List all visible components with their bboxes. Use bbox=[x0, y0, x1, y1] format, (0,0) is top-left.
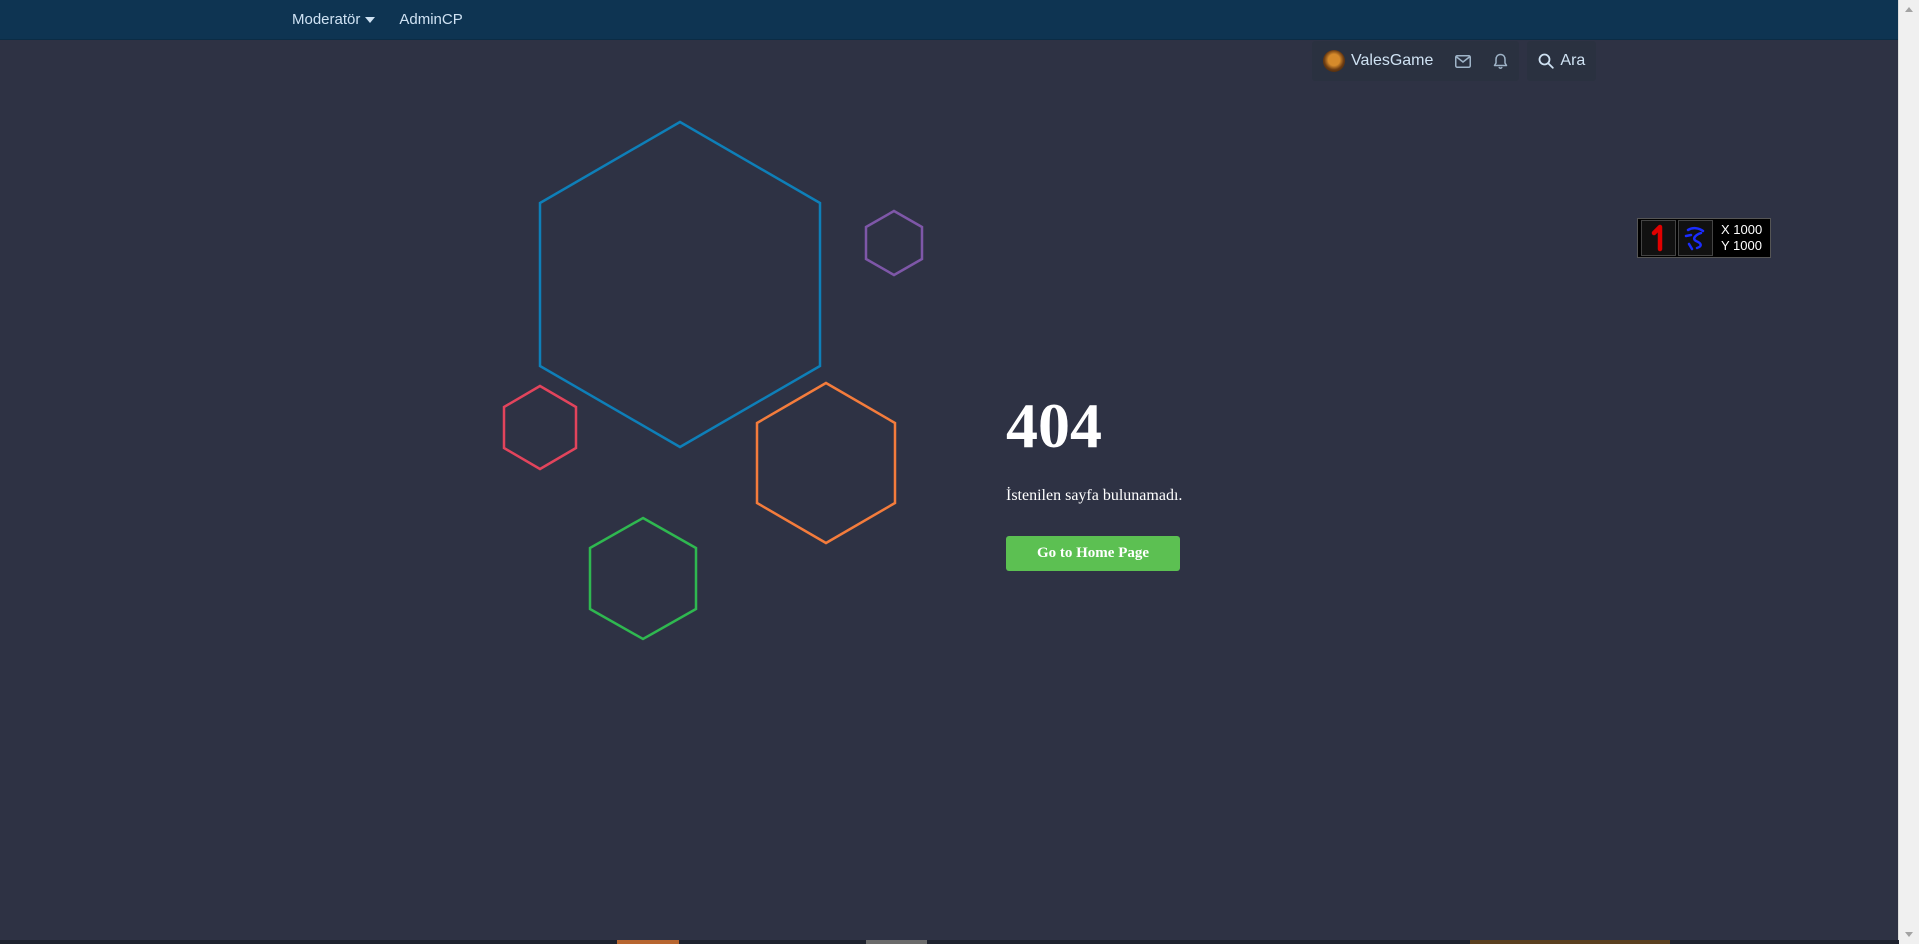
top-nav: Moderatör AdminCP bbox=[292, 0, 463, 39]
moderator-menu-label: Moderatör bbox=[292, 11, 361, 28]
hexagon-orange bbox=[755, 381, 897, 545]
admincp-link[interactable]: AdminCP bbox=[399, 11, 462, 28]
blue-glyph-icon bbox=[1678, 220, 1713, 256]
notifications-button[interactable] bbox=[1482, 41, 1519, 81]
go-home-button[interactable]: Go to Home Page bbox=[1006, 536, 1180, 571]
user-profile-link[interactable]: ValesGame bbox=[1312, 41, 1444, 81]
decorative-hexagons bbox=[502, 120, 924, 641]
scroll-up-icon[interactable] bbox=[1905, 7, 1913, 12]
caret-down-icon bbox=[365, 16, 376, 23]
hexagon-purple bbox=[864, 209, 924, 277]
search-button[interactable]: Ara bbox=[1527, 41, 1597, 81]
hexagon-red bbox=[502, 384, 578, 471]
coordinate-readout: X 1000 Y 1000 bbox=[1721, 222, 1762, 254]
hexagon-green bbox=[588, 516, 698, 641]
bell-icon bbox=[1493, 53, 1508, 70]
user-bar: ValesGame Ara bbox=[1312, 41, 1597, 81]
y-coordinate: Y 1000 bbox=[1721, 238, 1762, 253]
bottom-strip-segment bbox=[617, 940, 679, 944]
red-one-icon bbox=[1641, 220, 1676, 256]
hexagon-blue bbox=[538, 120, 822, 449]
x-coordinate: X 1000 bbox=[1721, 222, 1763, 237]
admincp-link-label: AdminCP bbox=[399, 11, 463, 28]
moderator-menu[interactable]: Moderatör bbox=[292, 11, 376, 28]
search-label: Ara bbox=[1560, 52, 1586, 69]
error-code: 404 bbox=[1006, 390, 1102, 461]
user-controls: ValesGame bbox=[1312, 41, 1520, 81]
search-icon bbox=[1538, 53, 1555, 69]
top-navbar: Moderatör AdminCP bbox=[0, 0, 1899, 40]
bottom-strip-segment bbox=[1470, 940, 1670, 944]
messages-button[interactable] bbox=[1444, 41, 1482, 81]
error-content: 404 İstenilen sayfa bulunamadı. Go to Ho… bbox=[1006, 388, 1182, 571]
page-scrollbar[interactable] bbox=[1898, 0, 1919, 944]
scroll-down-icon[interactable] bbox=[1905, 932, 1913, 937]
coordinate-widget: X 1000 Y 1000 bbox=[1637, 218, 1771, 258]
error-message: İstenilen sayfa bulunamadı. bbox=[1006, 487, 1183, 504]
avatar bbox=[1323, 50, 1345, 72]
bottom-strip-segment bbox=[866, 940, 927, 944]
bottom-strip bbox=[0, 940, 1899, 944]
envelope-icon bbox=[1455, 54, 1472, 68]
username-label: ValesGame bbox=[1351, 52, 1434, 69]
